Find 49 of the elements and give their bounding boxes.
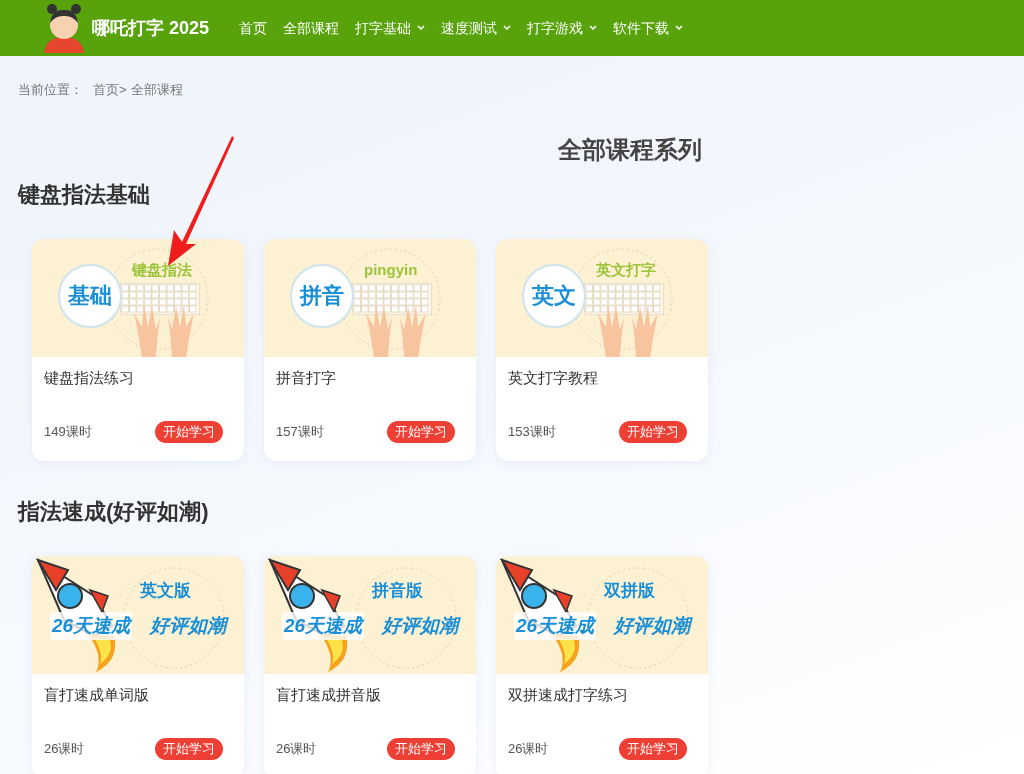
nav-link[interactable]: 全部课程	[283, 17, 340, 39]
course-card[interactable]: 英文版 26天速成 好评如潮 盲打速成单词版 26课时 开始学习	[32, 555, 244, 774]
course-title[interactable]: 英文打字教程	[508, 366, 696, 389]
lesson-count: 149课时	[44, 422, 92, 441]
course-card[interactable]: 拼音版 26天速成 好评如潮 盲打速成拼音版 26课时 开始学习	[264, 555, 476, 774]
section-heading: 指法速成(好评如潮)	[18, 497, 210, 526]
thumbnail-caption: 英文版	[140, 579, 191, 602]
course-title[interactable]: 拼音打字	[276, 366, 464, 389]
thumbnail-caption: pingyin	[364, 259, 418, 280]
start-learning-button[interactable]: 开始学习	[619, 737, 687, 760]
thumbnail-badge-text: 拼音	[300, 282, 344, 310]
thumbnail-slogan: 26天速成	[282, 611, 365, 640]
start-learning-button[interactable]: 开始学习	[619, 420, 687, 443]
thumbnail-caption: 英文打字	[596, 259, 656, 280]
lesson-count: 26课时	[44, 739, 85, 758]
thumbnail-caption: 双拼版	[604, 579, 655, 602]
thumbnail-badge-text: 基础	[68, 282, 112, 310]
page-title: 全部课程系列	[558, 134, 702, 165]
nav-link[interactable]: 首页	[239, 17, 268, 39]
nav-dropdown[interactable]: 速度测试	[441, 17, 512, 39]
thumbnail-slogan: 26天速成	[514, 611, 597, 640]
start-learning-button[interactable]: 开始学习	[387, 420, 455, 443]
thumbnail-badge-text: 英文	[532, 282, 576, 310]
course-title[interactable]: 双拼速成打字练习	[508, 683, 696, 706]
nav-dropdown[interactable]: 打字游戏	[527, 17, 598, 39]
nav-dropdown[interactable]: 打字基础	[355, 17, 426, 39]
thumbnail-caption: 键盘指法	[132, 259, 192, 280]
lesson-count: 26课时	[508, 739, 549, 758]
course-card[interactable]: 英文 英文打字 英文打字教程 153课时 开始学习	[496, 238, 708, 461]
lesson-count: 153课时	[508, 422, 556, 441]
course-card[interactable]: 双拼版 26天速成 好评如潮 双拼速成打字练习 26课时 开始学习	[496, 555, 708, 774]
course-card[interactable]: 拼音 pingyin 拼音打字 157课时 开始学习	[264, 238, 476, 461]
start-learning-button[interactable]: 开始学习	[387, 737, 455, 760]
breadcrumb-link[interactable]: 首页>	[93, 80, 127, 100]
section-heading: 键盘指法基础	[18, 180, 151, 209]
course-title[interactable]: 盲打速成拼音版	[276, 683, 464, 706]
thumbnail-caption: 拼音版	[372, 579, 423, 602]
lesson-count: 157课时	[276, 422, 324, 441]
start-learning-button[interactable]: 开始学习	[155, 737, 223, 760]
course-title[interactable]: 盲打速成单词版	[44, 683, 232, 706]
site-title[interactable]: 哪吒打字 2025	[92, 14, 210, 42]
breadcrumb-label: 当前位置：	[18, 81, 83, 99]
course-title[interactable]: 键盘指法练习	[44, 366, 232, 389]
thumbnail-slogan: 26天速成	[50, 611, 133, 640]
nav-dropdown[interactable]: 软件下载	[613, 17, 684, 39]
lesson-count: 26课时	[276, 739, 317, 758]
course-card[interactable]: 基础 键盘指法 键盘指法练习 149课时 开始学习	[32, 238, 244, 461]
start-learning-button[interactable]: 开始学习	[155, 420, 223, 443]
breadcrumb-link[interactable]: 全部课程	[130, 80, 183, 100]
